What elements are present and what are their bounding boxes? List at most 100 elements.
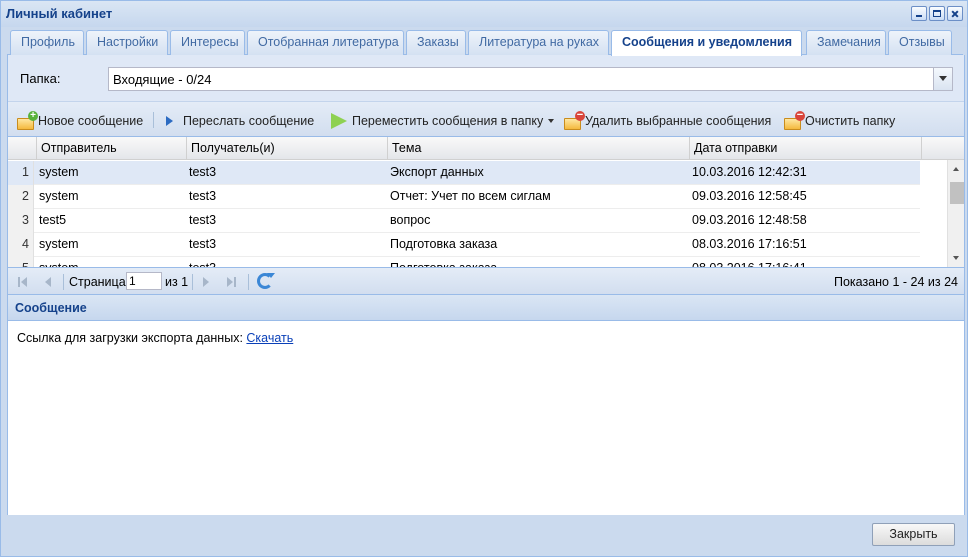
move-messages-label: Переместить сообщения в папку bbox=[352, 114, 544, 128]
page-of-label: из 1 bbox=[165, 275, 189, 289]
clear-folder-icon: − bbox=[783, 110, 805, 131]
cell-recipient: test3 bbox=[189, 237, 217, 251]
folder-label: Папка: bbox=[20, 71, 61, 86]
forward-message-label: Переслать сообщение bbox=[183, 114, 315, 128]
close-button[interactable]: Закрыть bbox=[872, 523, 955, 546]
cell-date: 10.03.2016 12:42:31 bbox=[692, 165, 807, 179]
row-number: 1 bbox=[8, 161, 34, 185]
cell-date: 09.03.2016 12:48:58 bbox=[692, 213, 807, 227]
delete-selected-button[interactable]: − Удалить выбранные сообщения bbox=[563, 110, 771, 132]
refresh-icon[interactable] bbox=[257, 273, 275, 289]
window-title: Личный кабинет bbox=[6, 6, 113, 21]
page-label: Страница bbox=[69, 275, 126, 289]
column-header-date[interactable]: Дата отправки bbox=[690, 137, 922, 160]
cell-subject: Подготовка заказа bbox=[386, 257, 688, 267]
delete-folder-icon: − bbox=[563, 110, 585, 131]
close-icon[interactable] bbox=[947, 6, 963, 21]
cell-subject: Экспорт данных bbox=[390, 165, 484, 179]
tab-messages-notifications[interactable]: Сообщения и уведомления bbox=[611, 30, 802, 56]
cell-subject: вопрос bbox=[390, 213, 431, 227]
new-folder-icon: + bbox=[16, 111, 38, 131]
clear-folder-label: Очистить папку bbox=[805, 114, 896, 128]
cell-date: 09.03.2016 12:58:45 bbox=[692, 189, 807, 203]
personal-cabinet-window: Личный кабинет Профиль Настройки Интерес… bbox=[0, 0, 968, 557]
previous-page-icon[interactable] bbox=[40, 275, 54, 289]
tab-remarks[interactable]: Замечания bbox=[806, 30, 886, 55]
messages-toolbar: + Новое сообщение Переслать сообщение Пе… bbox=[8, 101, 964, 137]
chevron-down-icon bbox=[548, 119, 555, 123]
folder-select-value: Входящие - 0/24 bbox=[113, 72, 212, 87]
cell-subject: Подготовка заказа bbox=[390, 237, 498, 251]
move-arrow-icon bbox=[330, 111, 350, 131]
minimize-icon[interactable] bbox=[911, 6, 927, 21]
message-body: Ссылка для загрузки экспорта данных: Ска… bbox=[17, 331, 293, 345]
tab-profile[interactable]: Профиль bbox=[10, 30, 84, 55]
messages-grid: Отправитель Получатель(и) Тема Дата отпр… bbox=[8, 137, 964, 267]
page-number-input[interactable]: 1 bbox=[126, 272, 162, 290]
message-panel-header: Сообщение bbox=[8, 295, 964, 321]
table-row[interactable]: 1 system test3 Экспорт данных 10.03.2016… bbox=[8, 161, 920, 185]
cell-sender: test5 bbox=[39, 213, 67, 227]
pager-separator bbox=[248, 274, 249, 290]
cell-sender: system bbox=[39, 165, 79, 179]
tab-selected-literature[interactable]: Отобранная литература bbox=[247, 30, 404, 55]
maximize-icon[interactable] bbox=[929, 6, 945, 21]
grid-pager: Страница 1 из 1 Показано 1 - 24 из 24 bbox=[8, 267, 964, 295]
grid-header: Отправитель Получатель(и) Тема Дата отпр… bbox=[8, 137, 964, 160]
download-link[interactable]: Скачать bbox=[246, 331, 293, 345]
cell-recipient: test3 bbox=[185, 257, 386, 267]
scroll-down-icon[interactable] bbox=[953, 256, 959, 260]
row-number: 2 bbox=[8, 185, 34, 209]
first-page-icon[interactable] bbox=[16, 275, 30, 289]
pager-separator bbox=[63, 274, 64, 290]
table-row[interactable]: 4 system test3 Подготовка заказа 08.03.2… bbox=[8, 233, 920, 257]
last-page-icon[interactable] bbox=[224, 275, 238, 289]
toolbar-separator bbox=[153, 112, 154, 128]
tab-reviews[interactable]: Отзывы bbox=[888, 30, 952, 55]
row-number: 3 bbox=[8, 209, 34, 233]
pager-info: Показано 1 - 24 из 24 bbox=[833, 275, 958, 289]
tab-literature-on-hand[interactable]: Литература на руках bbox=[468, 30, 609, 55]
new-message-label: Новое сообщение bbox=[38, 114, 144, 128]
window-titlebar: Личный кабинет bbox=[1, 1, 967, 27]
forward-message-button[interactable]: Переслать сообщение bbox=[161, 110, 314, 132]
grid-scrollbar[interactable] bbox=[947, 160, 964, 267]
table-row[interactable]: 3 test5 test3 вопрос 09.03.2016 12:48:58 bbox=[8, 209, 920, 233]
pager-separator bbox=[192, 274, 193, 290]
window-tools bbox=[911, 6, 963, 21]
column-header-subject[interactable]: Тема bbox=[388, 137, 690, 160]
tab-orders[interactable]: Заказы bbox=[406, 30, 466, 55]
cell-sender: system bbox=[39, 237, 79, 251]
messages-tab-body: Папка: Входящие - 0/24 + Новое сообщение… bbox=[7, 55, 965, 515]
message-text: Ссылка для загрузки экспорта данных: bbox=[17, 331, 243, 345]
move-messages-button[interactable]: Переместить сообщения в папку bbox=[330, 110, 555, 132]
table-row[interactable]: 2 system test3 Отчет: Учет по всем сигла… bbox=[8, 185, 920, 209]
tab-interests[interactable]: Интересы bbox=[170, 30, 245, 55]
clear-folder-button[interactable]: − Очистить папку bbox=[783, 110, 895, 132]
scroll-up-icon[interactable] bbox=[953, 167, 959, 171]
row-number: 5 bbox=[8, 257, 34, 267]
cell-sender: system bbox=[39, 189, 79, 203]
column-header-sender[interactable]: Отправитель bbox=[37, 137, 187, 160]
scroll-thumb[interactable] bbox=[950, 182, 964, 204]
cell-date: 08.03.2016 17:16:41 bbox=[688, 257, 920, 267]
delete-selected-label: Удалить выбранные сообщения bbox=[585, 114, 772, 128]
cell-sender: system bbox=[35, 257, 185, 267]
rownumber-header bbox=[8, 137, 37, 160]
table-row[interactable]: 5 system test3 Подготовка заказа 08.03.2… bbox=[8, 257, 920, 267]
tab-settings[interactable]: Настройки bbox=[86, 30, 168, 55]
cell-date: 08.03.2016 17:16:51 bbox=[692, 237, 807, 251]
cell-recipient: test3 bbox=[189, 213, 217, 227]
cell-subject: Отчет: Учет по всем сиглам bbox=[390, 189, 551, 203]
chevron-down-icon[interactable] bbox=[933, 68, 952, 90]
cell-recipient: test3 bbox=[189, 165, 217, 179]
tab-strip: Профиль Настройки Интересы Отобранная ли… bbox=[7, 28, 963, 56]
cell-recipient: test3 bbox=[189, 189, 217, 203]
column-header-recipient[interactable]: Получатель(и) bbox=[187, 137, 388, 160]
row-number: 4 bbox=[8, 233, 34, 257]
folder-select[interactable]: Входящие - 0/24 bbox=[108, 67, 953, 91]
next-page-icon[interactable] bbox=[200, 275, 214, 289]
new-message-button[interactable]: + Новое сообщение bbox=[16, 110, 143, 132]
message-panel: Сообщение Ссылка для загрузки экспорта д… bbox=[8, 295, 964, 515]
message-panel-title: Сообщение bbox=[15, 301, 87, 315]
